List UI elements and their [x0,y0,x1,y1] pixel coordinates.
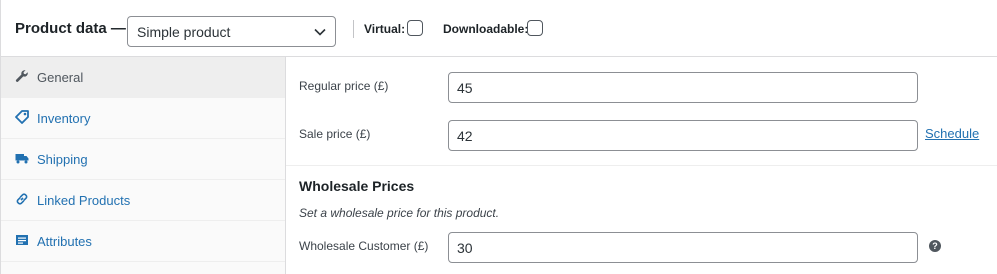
tab-label: Shipping [37,152,88,167]
wholesale-description: Set a wholesale price for this product. [299,206,500,220]
general-panel: Regular price (£) Sale price (£) Schedul… [286,57,997,274]
regular-price-input[interactable] [448,72,918,103]
downloadable-checkbox[interactable] [527,20,543,36]
wholesale-customer-input[interactable] [448,232,918,263]
panel-title: Product data — [15,20,126,37]
tab-label: Linked Products [37,193,131,208]
tab-shipping[interactable]: Shipping [1,139,285,180]
tab-inventory[interactable]: Inventory [1,98,285,139]
wrench-icon [15,70,28,82]
wholesale-section-title: Wholesale Prices [299,178,415,194]
truck-icon [15,154,29,164]
product-data-header: Product data — Simple product Virtual: D… [1,0,997,57]
tag-icon [15,110,29,124]
section-divider [286,165,997,166]
tab-label: Inventory [37,111,91,126]
sale-price-input[interactable] [448,120,918,151]
chevron-down-icon [314,28,326,36]
product-type-select[interactable]: Simple product [127,16,336,47]
product-data-tabs: General Inventory Shipping Linked Produc… [1,57,286,274]
virtual-checkbox[interactable] [407,20,423,36]
tab-label: General [37,70,84,85]
sale-price-label: Sale price (£) [299,127,371,141]
link-icon [16,193,28,205]
list-icon [16,235,28,245]
regular-price-label: Regular price (£) [299,79,389,93]
wholesale-customer-label: Wholesale Customer (£) [299,239,429,253]
schedule-link[interactable]: Schedule [925,126,979,141]
tab-general[interactable]: General [1,57,285,98]
tab-label: Attributes [37,234,92,249]
virtual-label: Virtual: [364,22,406,36]
tab-linked-products[interactable]: Linked Products [1,180,285,221]
downloadable-label: Downloadable: [443,22,529,36]
product-data-panel: Product data — Simple product Virtual: D… [0,0,997,274]
tab-attributes[interactable]: Attributes [1,221,285,262]
header-divider [353,20,354,38]
product-type-value: Simple product [137,24,231,40]
help-icon[interactable]: ? [929,240,941,252]
